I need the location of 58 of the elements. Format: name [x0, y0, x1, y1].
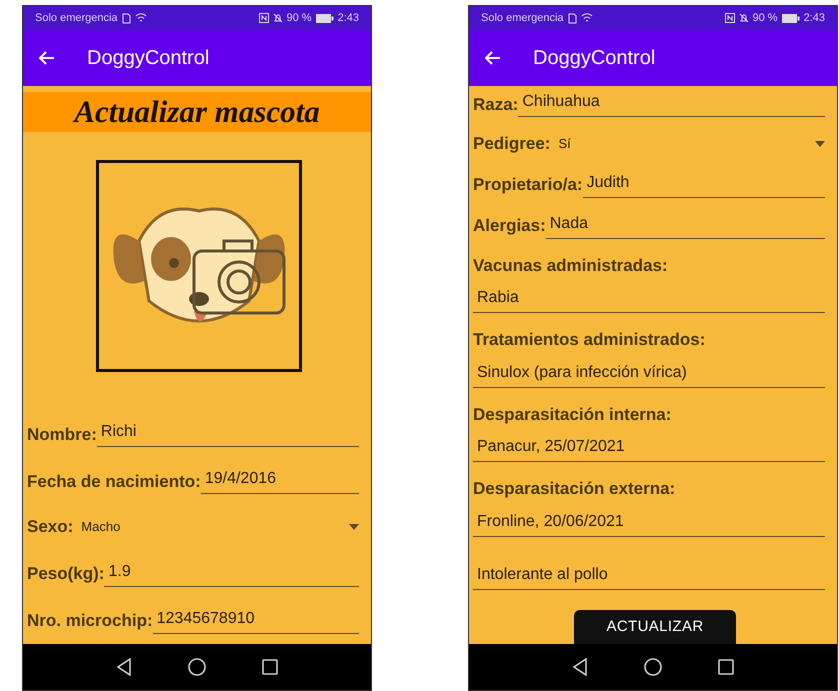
input-field[interactable]: Nada — [546, 212, 825, 238]
battery-percent: 90 % — [286, 10, 312, 26]
app-title: DoggyControl — [87, 46, 210, 71]
input-field[interactable]: Chihuahua — [518, 90, 825, 117]
field-label: Peso(kg): — [27, 563, 104, 585]
dropdown[interactable]: Macho — [73, 517, 359, 536]
field-label: Vacunas administradas: — [473, 254, 669, 276]
input-field[interactable]: Fronline, 20/06/2021 — [473, 510, 825, 536]
carrier-text: Solo emergencia — [35, 10, 118, 26]
field-label: Raza: — [473, 94, 518, 116]
nfc-icon — [724, 13, 734, 23]
wifi-icon — [134, 13, 147, 23]
battery-icon — [782, 14, 800, 22]
input-field[interactable]: 19/4/2016 — [200, 467, 359, 494]
field-label: Nro. microchip: — [27, 610, 153, 632]
dropdown[interactable]: Sí — [550, 134, 825, 154]
field-label: Tratamientos administrados: — [473, 329, 706, 351]
back-arrow-icon[interactable] — [39, 51, 55, 65]
sim-icon — [568, 12, 577, 24]
input-field[interactable]: Richi — [96, 420, 359, 447]
field-label: Alergias: — [473, 215, 546, 237]
field-label: Desparasitación interna: — [473, 404, 672, 426]
input-field[interactable]: 1.9 — [104, 560, 359, 586]
back-triangle-icon[interactable] — [572, 658, 588, 676]
sim-icon — [122, 12, 131, 24]
photo-frame[interactable] — [96, 160, 302, 372]
field-label: Pedigree: — [473, 133, 550, 155]
battery-icon — [316, 14, 334, 22]
battery-percent: 90 % — [752, 10, 778, 26]
wifi-icon — [580, 13, 593, 23]
recents-square-icon[interactable] — [718, 659, 734, 675]
field-label: Desparasitación externa: — [473, 478, 676, 500]
field-label: Propietario/a: — [473, 174, 583, 196]
field-label: Fecha de nacimiento: — [27, 470, 201, 492]
home-circle-icon[interactable] — [644, 658, 662, 676]
bell-muted-icon — [272, 13, 282, 23]
home-circle-icon[interactable] — [188, 658, 206, 676]
app-title: DoggyControl — [533, 46, 656, 71]
bell-muted-icon — [738, 13, 748, 23]
field-label: Nombre: — [27, 424, 97, 446]
input-field[interactable]: Judith — [582, 170, 825, 198]
back-triangle-icon[interactable] — [116, 658, 132, 676]
input-field[interactable]: Panacur, 25/07/2021 — [473, 435, 825, 462]
caret-icon — [815, 140, 825, 147]
clock-text: 2:43 — [804, 10, 825, 26]
input-field[interactable]: Sinulox (para infección vírica) — [473, 360, 825, 388]
page-header: Actualizar mascota — [23, 92, 371, 132]
back-arrow-icon[interactable] — [485, 51, 501, 65]
update-button[interactable]: ACTUALIZAR — [574, 610, 736, 644]
field-label: Sexo: — [27, 516, 74, 538]
caret-icon — [349, 524, 359, 530]
clock-text: 2:43 — [338, 10, 359, 26]
recents-square-icon[interactable] — [262, 659, 278, 675]
carrier-text: Solo emergencia — [481, 10, 564, 26]
input-field[interactable]: 12345678910 — [152, 606, 359, 634]
input-field[interactable]: Intolerante al pollo — [473, 562, 825, 590]
nfc-icon — [258, 13, 268, 23]
input-field[interactable]: Rabia — [473, 286, 825, 313]
